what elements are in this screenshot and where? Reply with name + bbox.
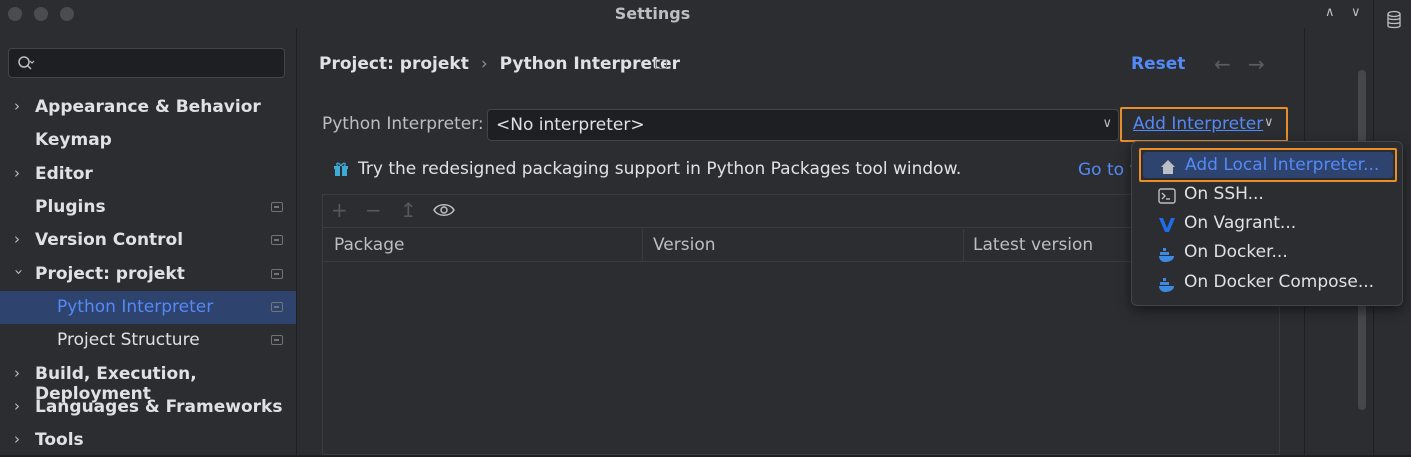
window-title: Settings — [614, 4, 691, 23]
docker-icon — [1159, 248, 1174, 262]
sidebar-item-keymap[interactable]: Keymap — [0, 124, 296, 157]
forward-arrow-icon[interactable]: → — [1248, 52, 1265, 76]
add-interpreter-label: Add Interpreter — [1133, 114, 1264, 134]
gift-icon — [334, 162, 348, 176]
menu-item-label: On Docker Compose... — [1184, 272, 1375, 292]
sidebar-item-label: Tools — [35, 430, 84, 450]
goto-tool-window-link[interactable]: Go to t — [1078, 160, 1136, 180]
docker-icon — [1159, 278, 1174, 292]
breadcrumb-parent[interactable]: Project: projekt — [319, 54, 469, 74]
terminal-icon — [1158, 188, 1176, 204]
column-package[interactable]: Package — [334, 235, 404, 255]
menu-item-on-vagrant[interactable]: On Vagrant... — [1140, 210, 1396, 239]
vagrant-icon — [1159, 218, 1175, 232]
interpreter-select[interactable]: <No interpreter> ∨ — [487, 109, 1119, 141]
upgrade-package-icon[interactable]: ↥ — [400, 198, 417, 222]
menu-item-on-ssh[interactable]: On SSH... — [1140, 181, 1396, 210]
chevron-down-icon: ∨ — [1102, 116, 1112, 131]
add-interpreter-menu: Add Local Interpreter... On SSH... On Va… — [1131, 141, 1403, 306]
sidebar-item-editor[interactable]: › Editor — [0, 158, 296, 191]
breadcrumb: Project: projekt › Python Interpreter — [319, 54, 680, 74]
add-interpreter-button[interactable]: Add Interpreter ∨ — [1120, 107, 1288, 142]
home-icon — [1161, 160, 1175, 174]
sidebar-item-label: Project: projekt — [35, 264, 185, 284]
breadcrumb-separator: › — [480, 54, 488, 74]
sidebar-item-python-interpreter[interactable]: Python Interpreter — [0, 291, 296, 324]
title-bar: Settings — [0, 0, 1305, 28]
chevron-down-icon: ∨ — [1264, 115, 1274, 130]
menu-item-label: On Docker... — [1184, 242, 1288, 262]
back-arrow-icon[interactable]: ← — [1214, 52, 1231, 76]
sidebar-item-version-control[interactable]: › Version Control — [0, 224, 296, 257]
chevron-right-icon: › — [14, 164, 20, 182]
project-settings-icon — [271, 269, 283, 279]
column-version[interactable]: Version — [653, 235, 716, 255]
sidebar-item-label: Appearance & Behavior — [35, 97, 261, 117]
project-settings-icon — [271, 302, 283, 312]
chevron-right-icon: › — [14, 364, 20, 382]
menu-item-label: Add Local Interpreter... — [1185, 155, 1380, 175]
menu-item-on-docker-compose[interactable]: On Docker Compose... — [1140, 269, 1396, 298]
project-settings-icon — [271, 202, 283, 212]
chevron-down-icon: › — [10, 269, 28, 275]
interpreter-value: <No interpreter> — [496, 115, 645, 135]
column-latest-version[interactable]: Latest version — [973, 235, 1093, 255]
sidebar-item-languages-frameworks[interactable]: › Languages & Frameworks — [0, 391, 296, 424]
sidebar-item-label: Editor — [35, 164, 93, 184]
chevron-down-icon[interactable]: ∨ — [1351, 5, 1361, 20]
interpreter-label: Python Interpreter: — [322, 114, 484, 134]
menu-item-label: On Vagrant... — [1184, 213, 1297, 233]
chevron-right-icon: › — [14, 397, 20, 415]
breadcrumb-current: Python Interpreter — [499, 54, 681, 74]
column-divider — [963, 229, 964, 262]
chevron-up-icon[interactable]: ∧ — [1325, 5, 1335, 20]
column-divider — [642, 229, 643, 262]
database-icon[interactable] — [1386, 10, 1402, 30]
project-settings-icon — [271, 235, 283, 245]
sidebar-item-label: Project Structure — [57, 330, 200, 350]
sidebar-item-label: Keymap — [35, 130, 112, 150]
sidebar-item-project-structure[interactable]: Project Structure — [0, 324, 296, 357]
settings-sidebar: › Appearance & Behavior Keymap › Editor … — [0, 28, 297, 455]
sidebar-item-label: Version Control — [35, 230, 184, 250]
chevron-right-icon: › — [14, 230, 20, 248]
menu-item-label: On SSH... — [1184, 184, 1264, 204]
chevron-right-icon: › — [14, 97, 20, 115]
menu-item-on-docker[interactable]: On Docker... — [1140, 239, 1396, 268]
sidebar-item-appearance-behavior[interactable]: › Appearance & Behavior — [0, 91, 296, 124]
sidebar-item-tools[interactable]: › Tools — [0, 424, 296, 457]
menu-item-add-local-interpreter[interactable]: Add Local Interpreter... — [1139, 148, 1397, 182]
project-settings-icon — [271, 335, 283, 345]
chevron-right-icon: › — [14, 430, 20, 448]
reset-button[interactable]: Reset — [1131, 54, 1185, 74]
sidebar-item-label: Plugins — [35, 197, 106, 217]
remove-package-icon[interactable]: − — [365, 198, 382, 222]
eye-icon[interactable] — [433, 202, 455, 218]
project-settings-icon — [655, 59, 667, 69]
search-icon — [18, 56, 35, 70]
sidebar-item-build-execution-deployment[interactable]: › Build, Execution, Deployment — [0, 358, 296, 404]
sidebar-item-project[interactable]: › Project: projekt — [0, 258, 296, 291]
search-input[interactable] — [8, 48, 285, 78]
settings-window: Settings › Appearance & Behavior Keymap … — [0, 0, 1305, 455]
sidebar-item-plugins[interactable]: Plugins — [0, 191, 296, 224]
add-package-icon[interactable]: + — [331, 198, 348, 222]
sidebar-item-label: Python Interpreter — [57, 297, 214, 317]
packaging-banner-text: Try the redesigned packaging support in … — [358, 159, 962, 179]
sidebar-item-label: Languages & Frameworks — [35, 397, 283, 417]
